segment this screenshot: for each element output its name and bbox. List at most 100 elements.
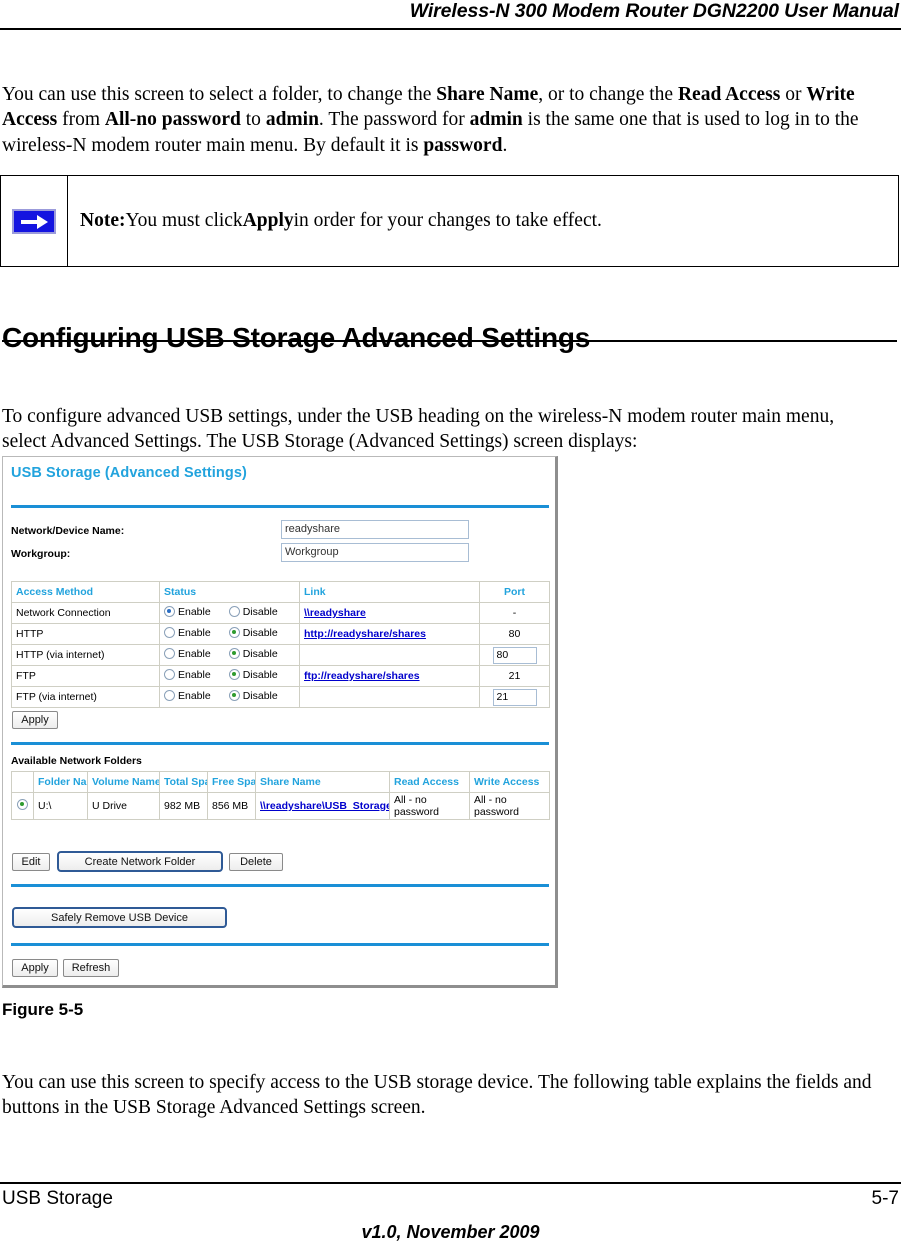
note-icon-cell — [1, 176, 68, 266]
link-cell: \\readyshare — [299, 602, 480, 624]
enable-radio[interactable]: Enable — [164, 648, 211, 660]
note-text: Note: You must click Apply in order for … — [80, 210, 602, 231]
link-cell: ftp://readyshare/shares — [299, 665, 480, 687]
apply-top-button[interactable]: Apply — [12, 711, 58, 729]
radio-icon[interactable] — [228, 606, 240, 618]
share-name-link[interactable]: \\readyshare\USB_Storage — [260, 800, 389, 812]
access-table-row: FTP Enable Disable ftp://readyshare/shares 2… — [11, 665, 550, 687]
folders-table-row: U:\ U Drive 982 MB 856 MB \\readyshare\USB_S… — [11, 792, 550, 820]
header-divider — [0, 28, 901, 30]
access-table-header-row: Access Method Status Link Port — [11, 581, 550, 603]
network-device-name-input[interactable]: readyshare — [281, 520, 469, 539]
radio-icon[interactable] — [228, 648, 240, 660]
disable-radio[interactable]: Disable — [228, 647, 278, 660]
status-cell: Enable Disable — [159, 602, 300, 624]
workgroup-input[interactable]: Workgroup — [281, 543, 469, 562]
radio-icon[interactable] — [228, 690, 240, 702]
apply-bottom-button[interactable]: Apply — [12, 959, 58, 977]
access-table-row: HTTP Enable Disable http://readyshare/share… — [11, 623, 550, 645]
col-write-access: Write Access — [469, 771, 550, 793]
volume-name-cell: U Drive — [87, 792, 160, 820]
access-table-row: HTTP (via internet) Enable Disable 80 — [11, 644, 550, 666]
share-link[interactable]: \\readyshare — [304, 607, 366, 619]
delete-button[interactable]: Delete — [229, 853, 283, 871]
enable-radio[interactable]: Enable — [164, 669, 211, 681]
access-method-cell: HTTP — [11, 623, 160, 645]
figure-caption: Figure 5-5 — [2, 1000, 84, 1019]
page-header: Wireless-N 300 Modem Router DGN2200 User… — [0, 0, 901, 36]
port-cell: 21 — [479, 686, 550, 708]
access-table-body: Network Connection Enable Disable \\readysh… — [11, 602, 550, 708]
radio-label: Disable — [242, 647, 278, 660]
share-name-cell: \\readyshare\USB_Storage — [255, 792, 390, 820]
col-volume-name: Volume Name — [87, 771, 160, 793]
access-method-cell: HTTP (via internet) — [11, 644, 160, 666]
disable-radio[interactable]: Disable — [228, 689, 278, 702]
available-network-folders-table: Folder Name Volume Name Total Space Free… — [11, 771, 550, 820]
port-cell: - — [479, 602, 550, 624]
radio-icon[interactable] — [228, 627, 240, 639]
access-method-cell: FTP — [11, 665, 160, 687]
footer-section-label: USB Storage — [2, 1188, 113, 1209]
link-cell — [299, 686, 480, 708]
folder-select-radio[interactable] — [17, 799, 28, 810]
total-space-cell: 982 MB — [159, 792, 208, 820]
radio-icon[interactable] — [164, 669, 175, 681]
folder-select-cell[interactable] — [11, 792, 34, 820]
port-input[interactable]: 21 — [492, 688, 537, 706]
workgroup-label: Workgroup: — [11, 548, 71, 560]
remove-divider — [11, 943, 549, 946]
footer-divider — [0, 1182, 901, 1184]
radio-icon[interactable] — [164, 648, 175, 660]
port-input[interactable]: 80 — [492, 646, 537, 664]
safely-remove-usb-device-button[interactable]: Safely Remove USB Device — [12, 907, 227, 928]
radio-label: Disable — [242, 668, 278, 681]
available-network-folders-label: Available Network Folders — [11, 755, 142, 767]
radio-label: Enable — [178, 605, 211, 618]
port-cell: 21 — [479, 665, 550, 687]
folder-name-cell: U:\ — [33, 792, 88, 820]
create-network-folder-button[interactable]: Create Network Folder — [57, 851, 223, 872]
free-space-cell: 856 MB — [207, 792, 256, 820]
enable-radio[interactable]: Enable — [164, 627, 211, 639]
radio-label: Disable — [242, 626, 278, 639]
section-divider — [2, 340, 897, 342]
folders-table-header-row: Folder Name Volume Name Total Space Free… — [11, 771, 550, 793]
status-cell: Enable Disable — [159, 686, 300, 708]
col-free-space: Free Space — [207, 771, 256, 793]
col-link: Link — [299, 581, 480, 603]
radio-icon[interactable] — [164, 690, 175, 702]
folders-divider — [11, 884, 549, 887]
read-access-cell: All - no password — [389, 792, 470, 820]
share-link[interactable]: ftp://readyshare/shares — [304, 670, 420, 682]
col-status: Status — [159, 581, 300, 603]
radio-label: Enable — [178, 626, 211, 639]
port-cell: 80 — [479, 623, 550, 645]
col-read-access: Read Access — [389, 771, 470, 793]
edit-button[interactable]: Edit — [12, 853, 50, 871]
write-access-cell: All - no password — [469, 792, 550, 820]
col-port: Port — [479, 581, 550, 603]
col-share-name: Share Name — [255, 771, 390, 793]
enable-radio[interactable]: Enable — [164, 606, 211, 618]
radio-icon[interactable] — [164, 627, 175, 639]
screen-title: USB Storage (Advanced Settings) — [11, 465, 247, 481]
refresh-button[interactable]: Refresh — [63, 959, 119, 977]
disable-radio[interactable]: Disable — [228, 668, 278, 681]
footer-version: v1.0, November 2009 — [361, 1222, 540, 1242]
enable-radio[interactable]: Enable — [164, 690, 211, 702]
radio-icon[interactable] — [164, 606, 175, 618]
disable-radio[interactable]: Disable — [228, 606, 278, 618]
radio-icon[interactable] — [228, 669, 240, 681]
intro-paragraph: You can use this screen to select a fold… — [2, 83, 859, 156]
radio-label: Disable — [242, 689, 278, 702]
disable-radio[interactable]: Disable — [228, 626, 278, 639]
port-cell: 80 — [479, 644, 550, 666]
col-folder-name: Folder Name — [33, 771, 88, 793]
section-heading: Configuring USB Storage Advanced Setting… — [2, 322, 591, 354]
link-cell — [299, 644, 480, 666]
access-method-table: Access Method Status Link Port Network C… — [11, 581, 550, 708]
share-link[interactable]: http://readyshare/shares — [304, 628, 426, 640]
blue-arrow-icon — [12, 208, 56, 234]
title-divider — [11, 505, 549, 508]
